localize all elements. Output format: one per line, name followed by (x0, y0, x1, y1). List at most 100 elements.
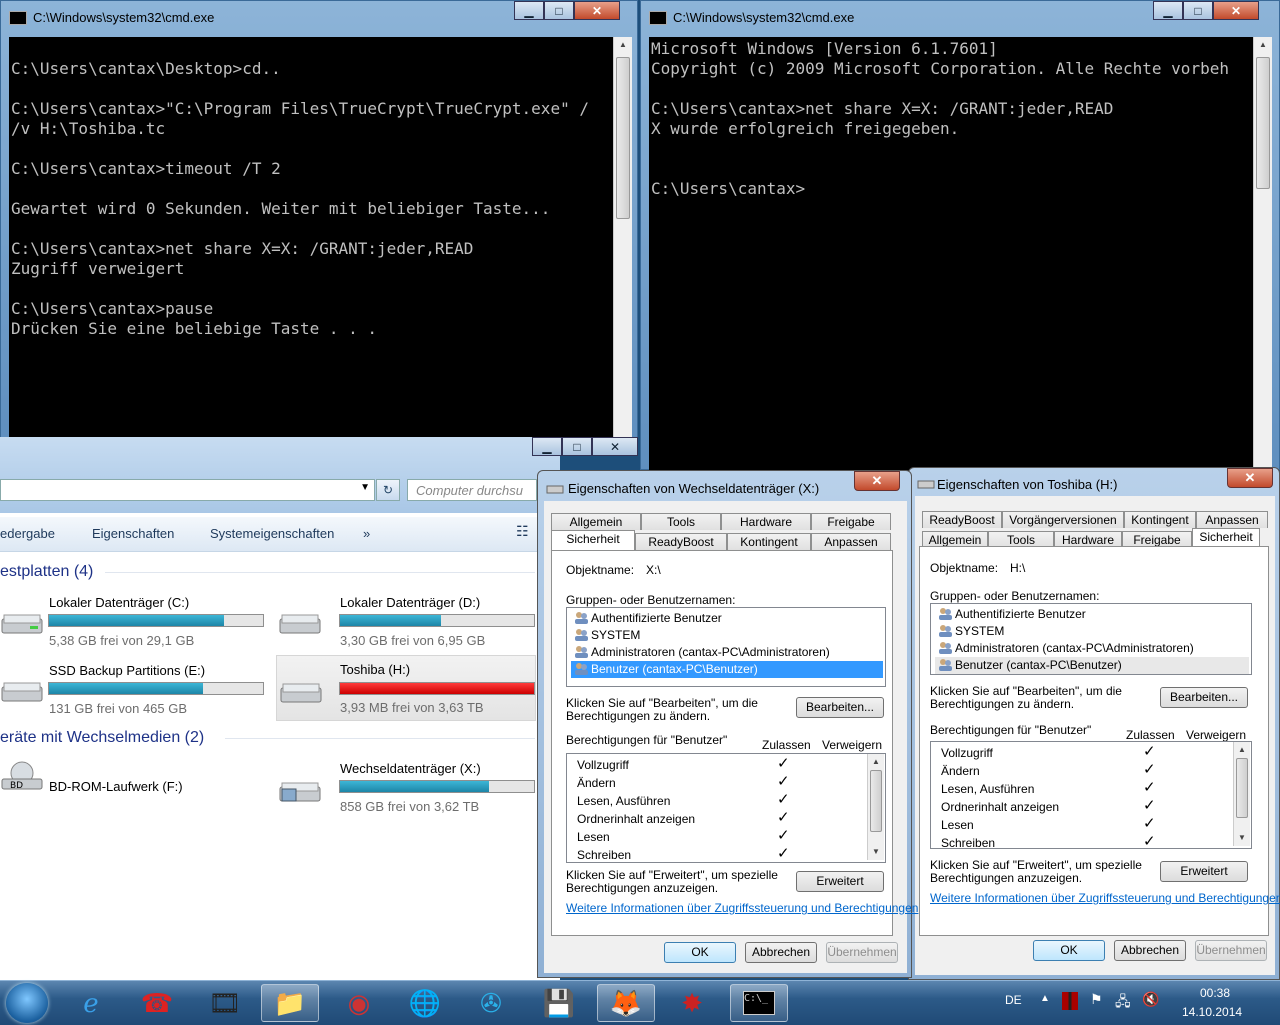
tab-readyboost[interactable]: ReadyBoost (922, 511, 1002, 528)
help-link[interactable]: Weitere Informationen über Zugriffssteue… (566, 901, 918, 915)
close-button[interactable]: ✕ (574, 1, 620, 20)
cancel-button[interactable]: Abbrechen (745, 942, 817, 963)
edit-button[interactable]: Bearbeiten... (796, 697, 884, 718)
cmd-window-1[interactable]: C:\Windows\system32\cmd.exe ▁ □ ✕ C:\Use… (0, 0, 638, 441)
maximize-button[interactable]: □ (1183, 1, 1213, 20)
properties-dialog-h[interactable]: Eigenschaften von Toshiba (H:) ✕ ReadyBo… (908, 467, 1280, 980)
game-icon[interactable]: ✸ (663, 984, 721, 1022)
perm-scrollbar[interactable]: ▲ ▼ (867, 754, 884, 860)
scroll-up-icon[interactable]: ▲ (1234, 742, 1250, 758)
network-icon[interactable]: ☎ (128, 984, 186, 1022)
chevron-down-icon[interactable]: ▼ (360, 482, 370, 493)
drive-h[interactable]: Toshiba (H:) 3,93 MB frei von 3,63 TB (276, 655, 536, 721)
language-indicator[interactable]: DE (1005, 993, 1022, 1007)
ok-button[interactable]: OK (1033, 940, 1105, 961)
apply-button[interactable]: Übernehmen (826, 942, 898, 963)
volume-icon[interactable]: 🔇 (1142, 991, 1159, 1008)
cmd-icon[interactable]: C:\_ (730, 984, 788, 1022)
apply-button[interactable]: Übernehmen (1195, 940, 1267, 961)
group-header-removable[interactable]: eräte mit Wechselmedien (2) (0, 729, 204, 747)
cmd2-scrollbar[interactable]: ▲ (1253, 37, 1272, 471)
list-item[interactable]: SYSTEM (571, 627, 883, 644)
drive-e[interactable]: SSD Backup Partitions (E:) 131 GB frei v… (0, 655, 270, 717)
properties-dialog-x[interactable]: Eigenschaften von Wechseldatenträger (X:… (537, 470, 918, 978)
tab-anpassen[interactable]: Anpassen (811, 533, 891, 550)
permissions-list[interactable]: Vollzugriff Ändern Lesen, Ausführen Ordn… (566, 753, 886, 863)
address-bar[interactable]: ▼ (0, 479, 375, 501)
ie-icon[interactable]: ℯ (62, 984, 120, 1022)
network-tray-icon[interactable]: 🖧 (1115, 991, 1131, 1015)
maximize-button[interactable]: □ (544, 1, 574, 20)
scroll-thumb[interactable] (616, 57, 630, 219)
scroll-thumb[interactable] (870, 770, 882, 832)
list-item[interactable]: Authentifizierte Benutzer (571, 610, 883, 627)
cmd-item-systemeigenschaften[interactable]: Systemeigenschaften (210, 526, 334, 541)
drive-c[interactable]: Lokaler Datenträger (C:) 5,38 GB frei vo… (0, 587, 270, 649)
tab-kontingent[interactable]: Kontingent (1124, 511, 1196, 528)
group-header-hdd[interactable]: estplatten (4) (0, 563, 93, 581)
scroll-up-icon[interactable]: ▲ (614, 37, 632, 53)
clock-time[interactable]: 00:38 (1200, 986, 1230, 1000)
explorer-icon[interactable]: 📁 (261, 984, 319, 1022)
video-icon[interactable]: 🎞 (196, 984, 254, 1022)
start-button[interactable] (6, 983, 48, 1023)
help-link[interactable]: Weitere Informationen über Zugriffssteue… (930, 891, 1280, 905)
app-icon[interactable]: ✇ (462, 984, 520, 1022)
close-button[interactable]: ✕ (592, 437, 638, 456)
scroll-thumb[interactable] (1256, 57, 1270, 189)
drive-f[interactable]: BD BD-ROM-Laufwerk (F:) (0, 757, 270, 819)
explorer-titlebar[interactable]: ▁ □ ✕ ▼ ↻ Computer durchsu (0, 437, 638, 513)
users-list[interactable]: Authentifizierte Benutzer SYSTEM Adminis… (930, 603, 1252, 675)
cmd1-scrollbar[interactable]: ▲ (613, 37, 632, 441)
advanced-button[interactable]: Erweitert (796, 871, 884, 892)
tab-sicherheit[interactable]: Sicherheit (551, 530, 635, 550)
search-input[interactable]: Computer durchsu (407, 479, 537, 501)
list-item[interactable]: Benutzer (cantax-PC\Benutzer) (935, 657, 1249, 674)
tab-vorgaengerversionen[interactable]: Vorgängerversionen (1002, 511, 1124, 528)
refresh-icon[interactable]: ↻ (376, 479, 400, 501)
perm-scrollbar[interactable]: ▲ ▼ (1233, 742, 1250, 846)
close-button[interactable]: ✕ (1213, 1, 1259, 20)
cancel-button[interactable]: Abbrechen (1114, 940, 1186, 961)
show-hidden-icons[interactable]: ▲ (1040, 993, 1050, 1004)
media-icon[interactable]: ◉ (330, 984, 388, 1022)
maximize-button[interactable]: □ (562, 437, 592, 456)
ok-button[interactable]: OK (664, 942, 736, 963)
tab-anpassen[interactable]: Anpassen (1196, 511, 1268, 528)
drive-d[interactable]: Lokaler Datenträger (D:) 3,30 GB frei vo… (276, 587, 536, 649)
edit-button[interactable]: Bearbeiten... (1160, 687, 1248, 708)
scroll-up-icon[interactable]: ▲ (1254, 37, 1272, 53)
view-icon[interactable]: ☷ (516, 523, 529, 540)
permissions-list[interactable]: Vollzugriff Ändern Lesen, Ausführen Ordn… (930, 741, 1252, 850)
firefox-icon[interactable]: 🦊 (597, 984, 655, 1022)
cmd2-titlebar[interactable]: C:\Windows\system32\cmd.exe ▁ □ ✕ (641, 1, 1279, 35)
minimize-button[interactable]: ▁ (532, 437, 562, 456)
list-item[interactable]: Administratoren (cantax-PC\Administrator… (935, 640, 1249, 657)
list-item[interactable]: Authentifizierte Benutzer (935, 606, 1249, 623)
cmd-item-eigenschaften[interactable]: Eigenschaften (92, 526, 174, 541)
list-item[interactable]: SYSTEM (935, 623, 1249, 640)
explorer-window[interactable]: ▁ □ ✕ ▼ ↻ Computer durchsu edergabe Eige… (0, 437, 638, 980)
drive-x[interactable]: Wechseldatenträger (X:) 858 GB frei von … (276, 755, 536, 817)
list-item[interactable]: Administratoren (cantax-PC\Administrator… (571, 644, 883, 661)
world-icon[interactable]: 🌐 (396, 984, 454, 1022)
tab-sicherheit[interactable]: Sicherheit (1192, 528, 1260, 548)
close-button[interactable]: ✕ (854, 471, 900, 491)
cmd-more[interactable]: » (363, 526, 370, 541)
cmd-window-2[interactable]: C:\Windows\system32\cmd.exe ▁ □ ✕ Micros… (640, 0, 1280, 471)
cmd1-titlebar[interactable]: C:\Windows\system32\cmd.exe ▁ □ ✕ (1, 1, 637, 35)
minimize-button[interactable]: ▁ (1153, 1, 1183, 20)
minimize-button[interactable]: ▁ (514, 1, 544, 20)
scroll-down-icon[interactable]: ▼ (868, 844, 884, 860)
cmd1-console[interactable]: C:\Users\cantax\Desktop>cd.. C:\Users\ca… (9, 37, 613, 441)
close-button[interactable]: ✕ (1227, 468, 1273, 488)
cmd2-console[interactable]: Microsoft Windows [Version 6.1.7601] Cop… (649, 37, 1253, 471)
tab-readyboost[interactable]: ReadyBoost (635, 533, 727, 550)
save-icon[interactable]: 💾 (530, 984, 588, 1022)
app-tray-icon[interactable] (1062, 992, 1078, 1010)
flag-icon[interactable]: ⚑ (1090, 991, 1103, 1008)
scroll-down-icon[interactable]: ▼ (1234, 830, 1250, 846)
users-list[interactable]: Authentifizierte Benutzer SYSTEM Adminis… (566, 607, 886, 687)
tab-kontingent[interactable]: Kontingent (727, 533, 811, 550)
scroll-up-icon[interactable]: ▲ (868, 754, 884, 770)
